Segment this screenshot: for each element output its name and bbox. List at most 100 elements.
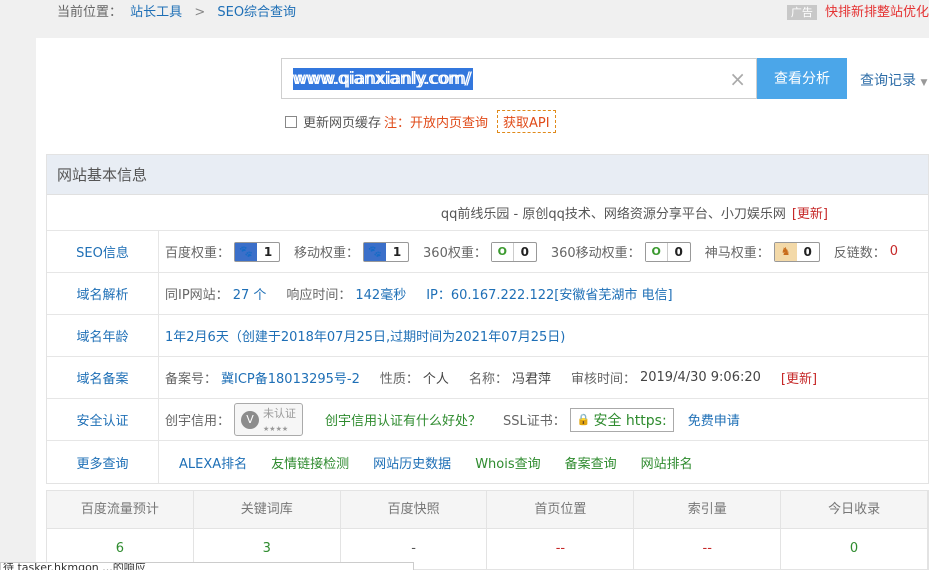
ad-text[interactable]: 快排新排整站优化 — [825, 5, 929, 20]
site-title-update-link[interactable]: [更新] — [792, 203, 828, 222]
search-box[interactable]: www.qianxianly.com/ × — [281, 58, 757, 99]
nature-value: 个人 — [422, 372, 449, 387]
seo-values: 百度权重： 🐾 1 移动权重： 🐾 1 360权重： O0 360移动权重： O0 … — [159, 231, 898, 272]
dns-values: 同IP网站： 27 个 响应时间： 142毫秒 IP：60.167.222.12… — [159, 273, 693, 314]
backlinks-key: 反链数： — [833, 246, 886, 261]
ip-location-link[interactable]: IP：60.167.222.122[安徽省芜湖市 电信] — [426, 284, 672, 303]
nature-key: 性质： — [379, 372, 419, 387]
inner-page-note: 注：开放内页查询 — [384, 116, 489, 131]
domain-age-value[interactable]: 1年2月6天（创建于2018年07月25日,过期时间为2021年07月25日) — [165, 326, 565, 345]
breadcrumb-site-tools-link[interactable]: 站长工具 — [130, 5, 182, 20]
query-history-label[interactable]: 查询记录 — [860, 73, 916, 89]
stats-header: 今日收录 — [781, 491, 928, 529]
site-rank-link[interactable]: 网站排名 — [641, 453, 693, 472]
360-weight-key: 360权重： — [423, 246, 487, 261]
beian-update-link[interactable]: [更新] — [781, 368, 817, 387]
360-weight-badge[interactable]: O0 — [490, 241, 537, 262]
shenma-weight-value: 0 — [803, 244, 812, 259]
cert-status: 未认证 ★★★★ — [263, 405, 296, 434]
free-apply-link[interactable]: 免费申请 — [688, 410, 740, 429]
stats-cell-home-position: -- — [487, 529, 635, 569]
stats-table: 百度流量预计 关键词库 百度快照 首页位置 索引量 今日收录 6 3 - -- … — [46, 490, 929, 570]
refresh-cache-checkbox[interactable] — [285, 115, 297, 128]
360-mobile-weight-key: 360移动权重： — [550, 246, 641, 261]
cert-stars: ★★★★ — [263, 425, 289, 433]
mobile-weight-key: 移动权重： — [294, 246, 360, 261]
credit-key: 创宇信用： — [165, 414, 231, 429]
beian-values: 备案号： 冀ICP备18013295号-2 性质： 个人 名称： 冯君萍 审核时… — [159, 357, 817, 398]
breadcrumb-current-link[interactable]: SEO综合查询 — [217, 5, 296, 20]
name-key: 名称： — [468, 372, 508, 387]
chevron-down-icon: ▼ — [920, 78, 928, 88]
baidu-weight-badge[interactable]: 🐾 1 — [234, 241, 281, 262]
domain-age-label: 域名年龄 — [47, 315, 159, 356]
name-value: 冯君萍 — [511, 372, 551, 387]
alexa-rank-link[interactable]: ALEXA排名 — [179, 453, 247, 472]
security-row: 安全认证 创宇信用： V 未认证 ★★★★ 创宇信用认证有什么好处？ SSL证书：… — [47, 399, 928, 441]
domain-age-values: 1年2月6天（创建于2018年07月25日,过期时间为2021年07月25日) — [159, 315, 585, 356]
get-api-button[interactable]: 获取API — [497, 110, 556, 133]
baidu-weight-value: 1 — [263, 244, 273, 259]
response-time-key: 响应时间： — [286, 288, 352, 303]
backlinks-value[interactable]: 0 — [890, 244, 898, 259]
history-data-link[interactable]: 网站历史数据 — [373, 453, 451, 472]
panel-title: 网站基本信息 — [47, 155, 928, 195]
response-time-value: 142毫秒 — [355, 288, 407, 303]
more-row: 更多查询 ALEXA排名 友情链接检测 网站历史数据 Whois查询 备案查询 … — [47, 441, 928, 483]
360-mobile-weight-value: 0 — [674, 244, 683, 259]
same-ip-value[interactable]: 27 个 — [233, 284, 267, 303]
dns-label: 域名解析 — [47, 273, 159, 314]
stats-header: 关键词库 — [193, 491, 341, 529]
lock-icon: 🔒 — [576, 413, 591, 426]
query-history-dropdown[interactable]: 查询记录 ▼ — [860, 70, 927, 90]
search-input[interactable] — [282, 59, 722, 98]
mobile-weight-value: 1 — [392, 244, 402, 259]
shenma-weight-key: 神马权重： — [704, 246, 770, 261]
ssl-key: SSL证书： — [503, 414, 566, 429]
domain-age-row: 域名年龄 1年2月6天（创建于2018年07月25日,过期时间为2021年07月… — [47, 315, 928, 357]
whois-link[interactable]: Whois查询 — [475, 453, 540, 472]
beian-no-key: 备案号： — [165, 372, 218, 387]
credit-benefit-link[interactable]: 创宇信用认证有什么好处？ — [325, 410, 481, 429]
analyze-button[interactable]: 查看分析 — [757, 58, 847, 99]
more-label: 更多查询 — [47, 441, 159, 483]
breadcrumb-prefix: 当前位置： — [57, 5, 123, 20]
beian-label: 域名备案 — [47, 357, 159, 398]
site-title-row: qq前线乐园 - 原创qq技术、网络资源分享平台、小刀娱乐网 [更新] — [47, 195, 928, 231]
360-weight-value: 0 — [520, 244, 530, 259]
ssl-badge[interactable]: 🔒 安全 https: — [569, 407, 674, 432]
360-logo-icon: O — [491, 242, 514, 261]
breadcrumb: 当前位置： 站长工具 > SEO综合查询 — [57, 1, 300, 20]
shenma-horse-icon: ♞ — [774, 242, 797, 261]
search-options: 更新网页缓存 注：开放内页查询 获取API — [285, 110, 556, 133]
site-title: qq前线乐园 - 原创qq技术、网络资源分享平台、小刀娱乐网 — [440, 207, 786, 222]
security-values: 创宇信用： V 未认证 ★★★★ 创宇信用认证有什么好处？ SSL证书： 🔒 安全 … — [159, 399, 760, 440]
ssl-text: 安全 https: — [593, 412, 667, 429]
cert-status-text: 未认证 — [263, 407, 297, 420]
refresh-cache-label[interactable]: 更新网页缓存 — [303, 112, 381, 131]
ad-banner[interactable]: 广告 快排新排整站优化 — [786, 1, 929, 20]
browser-status-bar: 待 tasker.hkmqon ...的响应 — [0, 562, 414, 570]
stats-cell-today[interactable]: 0 — [781, 529, 928, 569]
friend-link-check-link[interactable]: 友情链接检测 — [271, 453, 349, 472]
paw-icon: 🐾 — [364, 242, 387, 261]
ad-tag: 广告 — [786, 5, 817, 20]
seo-row: SEO信息 百度权重： 🐾 1 移动权重： 🐾 1 360权重： O0 360移动权… — [47, 231, 928, 273]
more-links: ALEXA排名 友情链接检测 网站历史数据 Whois查询 备案查询 网站排名 — [159, 441, 703, 483]
beian-query-link[interactable]: 备案查询 — [565, 453, 617, 472]
credit-cert-badge[interactable]: V 未认证 ★★★★ — [234, 403, 304, 436]
360-mobile-weight-badge[interactable]: O0 — [644, 241, 691, 262]
beian-no-value[interactable]: 冀ICP备18013295号-2 — [221, 368, 360, 387]
breadcrumb-separator: > — [194, 5, 206, 20]
same-ip-key: 同IP网站： — [165, 288, 229, 303]
stats-header: 索引量 — [634, 491, 782, 529]
beian-row: 域名备案 备案号： 冀ICP备18013295号-2 性质： 个人 名称： 冯君… — [47, 357, 928, 399]
mobile-weight-badge[interactable]: 🐾 1 — [363, 241, 410, 262]
paw-icon: 🐾 — [235, 242, 258, 261]
security-label: 安全认证 — [47, 399, 159, 440]
verified-v-icon: V — [241, 410, 260, 429]
clear-icon[interactable]: × — [729, 67, 746, 91]
stats-header: 百度流量预计 — [47, 491, 194, 529]
audit-time-key: 审核时间： — [570, 372, 636, 387]
shenma-weight-badge[interactable]: ♞ 0 — [773, 241, 820, 262]
